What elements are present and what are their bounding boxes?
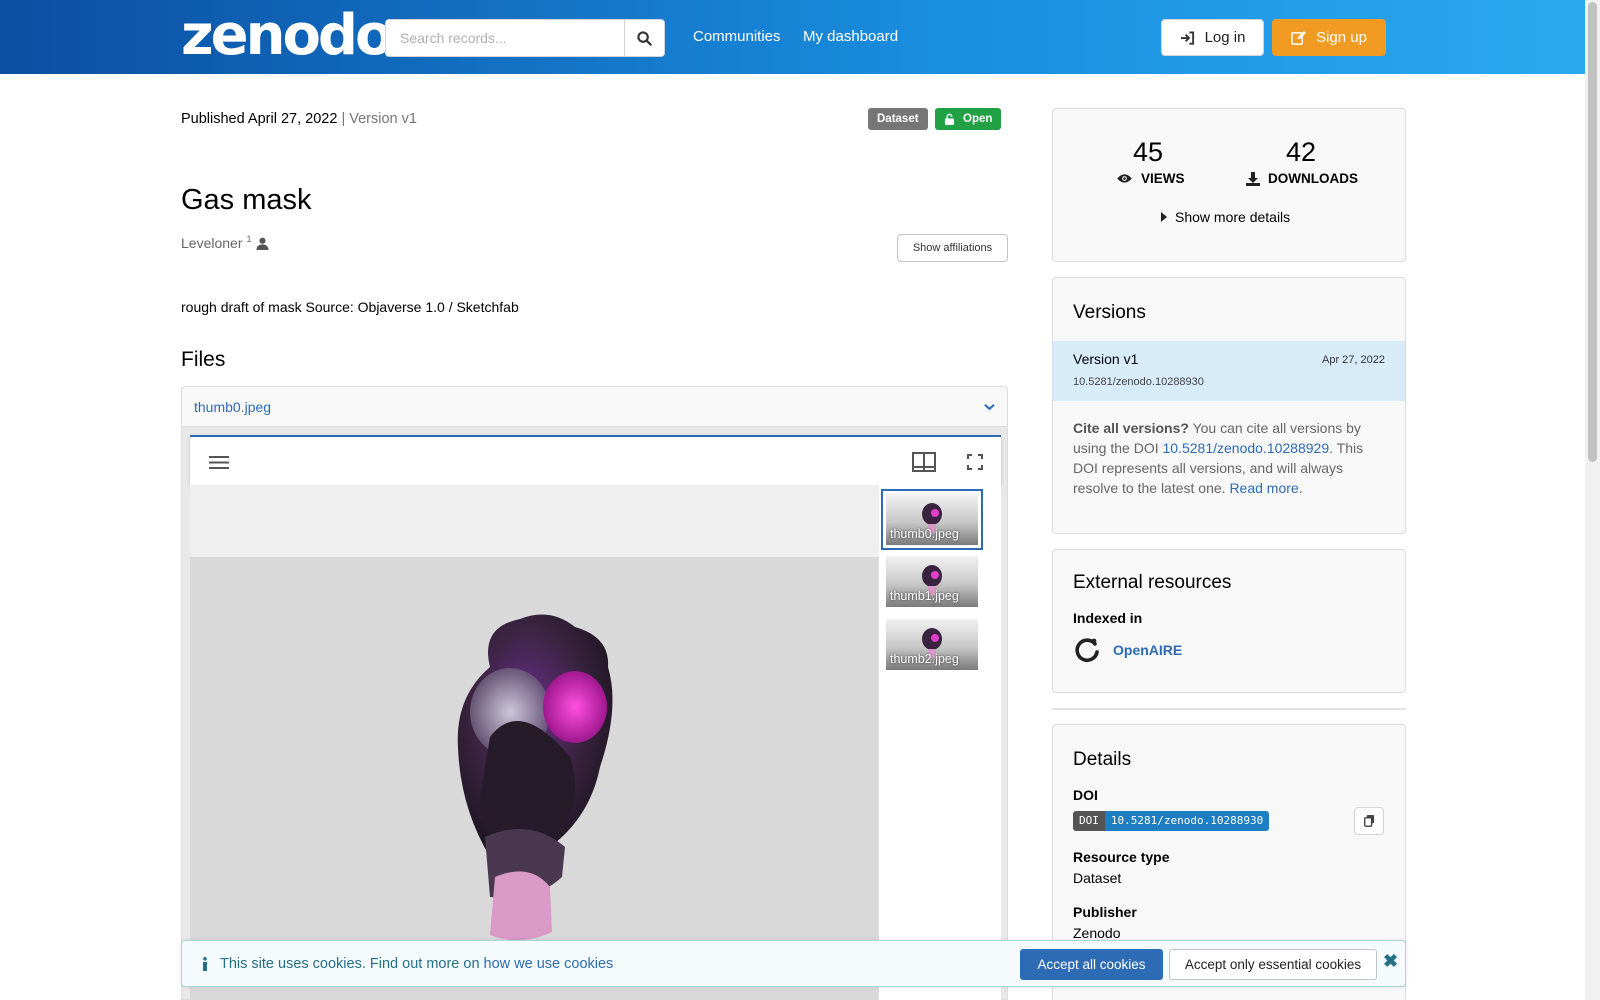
- openaire-icon: [1075, 638, 1099, 662]
- preview-image[interactable]: [190, 557, 879, 1000]
- openaire-link[interactable]: OpenAIRE: [1113, 642, 1182, 658]
- concept-doi-link[interactable]: 10.5281/zenodo.10288929: [1163, 440, 1330, 456]
- fullscreen-icon[interactable]: [967, 454, 983, 470]
- versions-heading: Versions: [1073, 302, 1146, 323]
- show-more-details-toggle[interactable]: Show more details: [1161, 209, 1290, 225]
- doi-label: DOI: [1073, 787, 1098, 803]
- version-text: | Version v1: [341, 111, 417, 127]
- publication-date: Published April 27, 2022 | Version v1: [181, 111, 417, 127]
- version-item-date: Apr 27, 2022: [1322, 354, 1385, 366]
- version-item-doi: 10.5281/zenodo.10288930: [1073, 376, 1204, 388]
- sidebar-divider: [1052, 708, 1406, 710]
- scrollbar-thumb[interactable]: [1588, 2, 1597, 462]
- book-view-icon[interactable]: [912, 452, 936, 472]
- resource-type-value: Dataset: [1073, 870, 1122, 886]
- nav-my-dashboard[interactable]: My dashboard: [803, 28, 898, 45]
- cookie-text: This site uses cookies. Find out more on: [220, 956, 480, 972]
- sign-in-icon: [1180, 30, 1194, 45]
- search-icon: [637, 30, 652, 46]
- publisher-value: Zenodo: [1073, 925, 1121, 941]
- resource-type-badge: Dataset: [868, 108, 928, 130]
- access-badge: Open: [935, 108, 1002, 130]
- gas-mask-render: [457, 614, 613, 941]
- doi-badge-prefix: DOI: [1073, 811, 1105, 831]
- viewer-toolbar: [190, 435, 1001, 485]
- cite-bold: Cite all versions?: [1073, 420, 1189, 436]
- signup-label: Sign up: [1316, 29, 1367, 46]
- version-item[interactable]: Version v1 Apr 27, 2022 10.5281/zenodo.1…: [1053, 341, 1405, 401]
- download-icon: [1246, 171, 1260, 186]
- thumbnail-strip: thumb0.jpeg thumb1.jpeg thumb2.jpeg: [879, 485, 1001, 1000]
- file-accordion[interactable]: thumb0.jpeg: [181, 386, 1008, 427]
- version-item-label[interactable]: Version v1: [1073, 351, 1138, 367]
- details-heading: Details: [1073, 749, 1132, 770]
- downloads-label: DOWNLOADS: [1268, 171, 1358, 186]
- file-name[interactable]: thumb0.jpeg: [194, 399, 271, 415]
- publisher-heading: Publisher: [1073, 904, 1137, 920]
- show-more-label: Show more details: [1175, 209, 1291, 225]
- copy-doi-button[interactable]: [1354, 807, 1384, 835]
- page-scrollbar[interactable]: [1585, 0, 1600, 1000]
- zenodo-logo[interactable]: zenodo: [181, 4, 393, 68]
- thumbnail-0-label: thumb0.jpeg: [890, 527, 959, 541]
- thumbnail-2[interactable]: thumb2.jpeg: [886, 619, 978, 670]
- info-icon: [203, 957, 207, 971]
- record-title: Gas mask: [181, 184, 312, 216]
- cite-all-versions: Cite all versions? You can cite all vers…: [1073, 418, 1388, 498]
- eye-icon: [1117, 174, 1132, 183]
- views-count: 45: [1132, 137, 1164, 167]
- cookie-message: This site uses cookies. Find out more on…: [220, 956, 613, 972]
- stats-card: 45 VIEWS 42 DOWNLOADS Show more details: [1052, 108, 1406, 262]
- cookie-banner: This site uses cookies. Find out more on…: [181, 940, 1406, 987]
- login-label: Log in: [1204, 29, 1246, 46]
- indexed-in-label: Indexed in: [1073, 610, 1143, 626]
- external-resources-heading: External resources: [1073, 572, 1232, 593]
- chevron-down-icon: [984, 403, 995, 410]
- views-label: VIEWS: [1141, 171, 1185, 186]
- accept-essential-cookies-button[interactable]: Accept only essential cookies: [1169, 949, 1377, 980]
- signup-button[interactable]: Sign up: [1272, 19, 1386, 56]
- thumbnail-2-label: thumb2.jpeg: [890, 652, 959, 666]
- login-button[interactable]: Log in: [1161, 19, 1264, 56]
- copy-icon: [1363, 815, 1374, 827]
- thumbnail-0[interactable]: thumb0.jpeg: [881, 489, 983, 550]
- files-heading: Files: [181, 348, 226, 371]
- caret-right-icon: [1161, 212, 1167, 222]
- access-label: Open: [963, 113, 993, 125]
- published-text: Published April 27, 2022: [181, 111, 338, 127]
- openaire-link-row[interactable]: OpenAIRE: [1073, 636, 1182, 664]
- menu-icon[interactable]: [209, 455, 229, 470]
- show-affiliations-button[interactable]: Show affiliations: [897, 234, 1008, 262]
- user-icon: [255, 237, 269, 250]
- cookie-policy-link[interactable]: how we use cookies: [484, 956, 614, 972]
- resource-type-heading: Resource type: [1073, 849, 1170, 865]
- top-navbar: zenodo Communities My dashboard Log in S…: [0, 0, 1585, 74]
- accept-all-cookies-button[interactable]: Accept all cookies: [1020, 949, 1163, 980]
- nav-communities[interactable]: Communities: [693, 28, 781, 45]
- record-description: rough draft of mask Source: Objaverse 1.…: [181, 299, 519, 315]
- doi-badge-value: 10.5281/zenodo.10288930: [1104, 811, 1270, 831]
- search-button[interactable]: [624, 19, 665, 57]
- edit-icon: [1291, 30, 1307, 45]
- cite-period: .: [1298, 480, 1303, 496]
- doi-badge[interactable]: DOI 10.5281/zenodo.10288930: [1073, 811, 1270, 831]
- close-icon[interactable]: ✖: [1383, 951, 1398, 972]
- resource-type-label: Dataset: [877, 113, 919, 125]
- downloads-label-row: DOWNLOADS: [1246, 171, 1358, 186]
- unlock-icon: [944, 113, 955, 125]
- viewer-stage: [190, 485, 879, 1000]
- search-input[interactable]: [385, 19, 625, 57]
- file-preview-viewer: thumb0.jpeg thumb1.jpeg thumb2.jpeg: [181, 427, 1008, 1000]
- creator-name[interactable]: Leveloner: [181, 235, 243, 251]
- creator[interactable]: Leveloner 1: [181, 234, 269, 251]
- versions-card: Versions Version v1 Apr 27, 2022 10.5281…: [1052, 277, 1406, 534]
- creator-affiliation-number: 1: [246, 234, 252, 244]
- views-label-row: VIEWS: [1116, 171, 1185, 186]
- thumbnail-1-label: thumb1.jpeg: [890, 589, 959, 603]
- downloads-count: 42: [1285, 137, 1317, 167]
- read-more-link[interactable]: Read more: [1229, 480, 1298, 496]
- thumbnail-1[interactable]: thumb1.jpeg: [886, 556, 978, 607]
- external-resources-card: External resources Indexed in OpenAIRE: [1052, 549, 1406, 693]
